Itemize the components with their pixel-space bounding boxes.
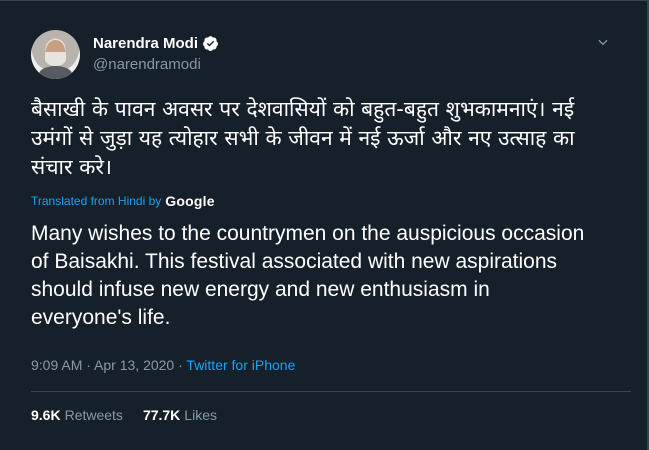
top-divider <box>0 0 649 1</box>
avatar-beard <box>45 52 66 66</box>
tweet-metadata: 9:09 AM · Apr 13, 2020 · Twitter for iPh… <box>31 357 295 373</box>
tweet-card: Narendra Modi @narendramodi बैसाखी के पा… <box>0 0 649 450</box>
tweet-source[interactable]: Twitter for iPhone <box>186 357 295 373</box>
avatar[interactable] <box>31 30 80 79</box>
verified-badge-icon <box>203 36 218 51</box>
retweets-count: 9.6K <box>31 407 61 423</box>
tweet-translated-text: Many wishes to the countrymen on the aus… <box>31 222 585 329</box>
avatar-body <box>39 66 72 79</box>
tweet-time[interactable]: 9:09 AM <box>31 357 82 373</box>
likes-count: 77.7K <box>142 407 181 423</box>
likes-label: Likes <box>184 407 217 423</box>
translated-label[interactable]: Translated from Hindi by <box>31 194 161 208</box>
author-name-row[interactable]: Narendra Modi <box>93 35 219 52</box>
retweets-stat[interactable]: 9.6K Retweets <box>31 407 123 423</box>
likes-stat[interactable]: 77.7K Likes <box>143 407 217 423</box>
author-handle[interactable]: @narendramodi <box>93 56 201 73</box>
tweet-date[interactable]: Apr 13, 2020 <box>94 357 174 373</box>
meta-separator: · <box>86 357 95 373</box>
tweet-stats: 9.6K Retweets 77.7K Likes <box>31 407 237 423</box>
stats-divider <box>31 391 631 392</box>
google-logo: Google <box>165 193 215 209</box>
translation-attribution: Translated from Hindi by Google <box>31 193 215 209</box>
retweets-label: Retweets <box>64 407 123 423</box>
tweet-original-text: बैसाखी के पावन अवसर पर देशवासियों को बहु… <box>31 97 575 179</box>
chevron-down-icon[interactable] <box>596 35 610 49</box>
author-name[interactable]: Narendra Modi <box>93 35 198 52</box>
